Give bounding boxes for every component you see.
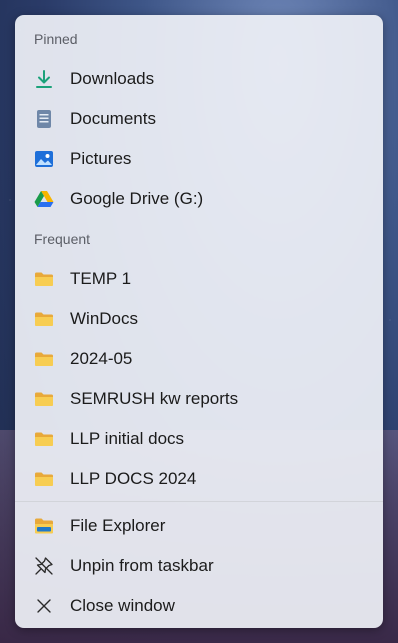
frequent-item-label: WinDocs [70, 309, 139, 328]
close-window-label: Close window [70, 596, 175, 615]
frequent-header: Frequent [34, 231, 91, 247]
folder-icon [34, 429, 54, 449]
frequent-item-label: LLP DOCS 2024 [70, 469, 197, 488]
close-icon [34, 596, 54, 616]
file-explorer-label: File Explorer [70, 516, 166, 535]
unpin-from-taskbar-button[interactable]: Unpin from taskbar [15, 546, 383, 586]
frequent-item[interactable]: SEMRUSH kw reports [15, 379, 383, 419]
frequent-item[interactable]: TEMP 1 [15, 259, 383, 299]
folder-icon [34, 349, 54, 369]
folder-icon [34, 389, 54, 409]
pinned-item-google-drive[interactable]: Google Drive (G:) [15, 179, 383, 219]
close-window-button[interactable]: Close window [15, 586, 383, 626]
pinned-item-pictures[interactable]: Pictures [15, 139, 383, 179]
pinned-item-label: Pictures [70, 149, 132, 168]
file-explorer-icon [34, 516, 54, 536]
frequent-item-label: 2024-05 [70, 349, 133, 368]
pictures-icon [34, 149, 54, 169]
pinned-item-label: Documents [70, 109, 156, 128]
unpin-label: Unpin from taskbar [70, 556, 214, 575]
pinned-header: Pinned [34, 31, 78, 47]
download-icon [34, 69, 54, 89]
folder-icon [34, 469, 54, 489]
pinned-item-label: Downloads [70, 69, 155, 88]
folder-icon [34, 269, 54, 289]
unpin-icon [34, 556, 54, 576]
document-icon [34, 109, 54, 129]
menu-divider [15, 501, 383, 502]
frequent-item[interactable]: LLP initial docs [15, 419, 383, 459]
frequent-item-label: TEMP 1 [70, 269, 132, 288]
folder-icon [34, 309, 54, 329]
frequent-item[interactable]: WinDocs [15, 299, 383, 339]
file-explorer-button[interactable]: File Explorer [15, 506, 383, 546]
frequent-item[interactable]: 2024-05 [15, 339, 383, 379]
taskbar-jump-list: Pinned Downloads Documents Pictures Goog… [15, 15, 383, 628]
pinned-item-label: Google Drive (G:) [70, 189, 204, 208]
frequent-item[interactable]: LLP DOCS 2024 [15, 459, 383, 499]
pinned-item-downloads[interactable]: Downloads [15, 59, 383, 99]
frequent-item-label: SEMRUSH kw reports [70, 389, 239, 408]
google-drive-icon [34, 189, 54, 209]
frequent-item-label: LLP initial docs [70, 429, 185, 448]
pinned-item-documents[interactable]: Documents [15, 99, 383, 139]
